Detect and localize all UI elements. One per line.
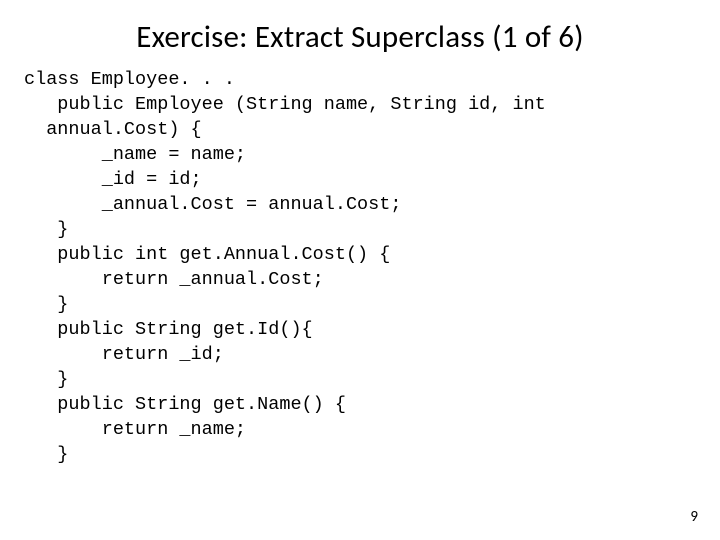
page-number: 9 — [690, 508, 698, 526]
slide: Exercise: Extract Superclass (1 of 6) cl… — [0, 0, 720, 540]
slide-title: Exercise: Extract Superclass (1 of 6) — [0, 0, 720, 64]
code-block: class Employee. . . public Employee (Str… — [0, 64, 720, 468]
